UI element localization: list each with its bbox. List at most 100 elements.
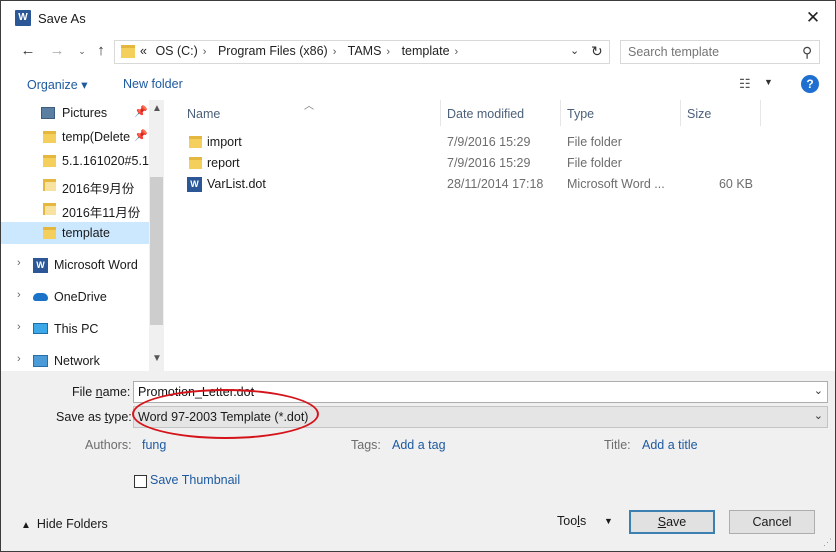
- nav-item-label: Pictures: [62, 106, 108, 120]
- recent-locations-chevron-icon[interactable]: ⌄: [73, 41, 91, 61]
- file-name: report: [207, 156, 240, 170]
- onedrive-icon: [33, 293, 48, 301]
- pin-icon[interactable]: 📌: [134, 105, 148, 118]
- file-date: 7/9/2016 15:29: [447, 135, 531, 149]
- forward-arrow-icon[interactable]: →: [48, 41, 66, 61]
- toolbar: Organize ▾ New folder ☷ ▼ ?: [1, 71, 835, 99]
- column-header-size[interactable]: Size: [681, 100, 761, 126]
- dialog-title: Save As: [38, 11, 86, 26]
- save-button[interactable]: Save: [629, 510, 715, 534]
- folder-icon: [43, 155, 56, 167]
- breadcrumb-tams[interactable]: TAMS: [348, 44, 382, 58]
- save-as-type-select[interactable]: Word 97-2003 Template (*.dot) ⌄: [133, 406, 828, 428]
- chevron-right-icon[interactable]: ›: [386, 46, 390, 58]
- save-thumbnail-checkbox[interactable]: [134, 475, 147, 488]
- nav-item-label: 2016年9月份: [62, 182, 135, 196]
- nav-item-pictures[interactable]: Pictures 📌: [1, 102, 149, 124]
- title-label: Title:: [604, 438, 631, 452]
- new-folder-button[interactable]: New folder: [123, 77, 183, 91]
- cancel-button[interactable]: Cancel: [729, 510, 815, 534]
- chevron-down-icon[interactable]: ▼: [604, 516, 613, 526]
- authors-value[interactable]: fung: [142, 438, 166, 452]
- chevron-right-icon[interactable]: ›: [333, 46, 337, 58]
- save-as-type-label: Save as type:: [56, 410, 132, 424]
- save-options-panel: File name: ⌄ Save as type: Word 97-2003 …: [1, 371, 835, 551]
- pictures-icon: [41, 107, 55, 119]
- title-value[interactable]: Add a title: [642, 438, 698, 452]
- word-doc-icon: W: [187, 177, 202, 192]
- column-header-date-modified[interactable]: Date modified: [441, 100, 561, 126]
- pin-icon[interactable]: 📌: [134, 129, 148, 142]
- scrollbar-thumb[interactable]: [150, 177, 163, 325]
- chevron-right-icon[interactable]: ›: [17, 289, 21, 301]
- folder-icon: [189, 157, 202, 169]
- column-header-type[interactable]: Type: [561, 100, 681, 126]
- breadcrumb-program-files[interactable]: Program Files (x86): [218, 44, 328, 58]
- nav-item-label: 5.1.161020#5.1: [62, 154, 149, 168]
- nav-item-2016-nov[interactable]: 2016年11月份: [1, 198, 149, 220]
- hide-folders-button[interactable]: ▲ Hide Folders: [21, 517, 108, 531]
- breadcrumb-os-c[interactable]: OS (C:): [155, 44, 197, 58]
- nav-item-onedrive[interactable]: › OneDrive: [1, 286, 149, 308]
- breadcrumb: « OS (C:) › Program Files (x86) › TAMS › te…: [140, 44, 466, 58]
- file-date: 28/11/2014 17:18: [447, 177, 544, 191]
- file-row-report[interactable]: report 7/9/2016 15:29 File folder: [171, 153, 771, 174]
- nav-item-label: 2016年11月份: [62, 206, 141, 220]
- file-name-label: File name:: [72, 385, 131, 399]
- nav-item-temp[interactable]: temp(Delete 📌: [1, 126, 149, 148]
- nav-item-2016-sep[interactable]: 2016年9月份: [1, 174, 149, 196]
- nav-item-network[interactable]: › Network: [1, 350, 149, 371]
- file-name: import: [207, 135, 242, 149]
- view-options-icon[interactable]: ☷: [739, 76, 751, 92]
- chevron-down-icon[interactable]: ⌄: [814, 384, 823, 397]
- search-icon[interactable]: ⚲: [802, 44, 812, 61]
- up-arrow-icon[interactable]: ↑: [92, 41, 110, 61]
- nav-item-label: Network: [54, 354, 100, 368]
- word-icon: W: [15, 10, 31, 26]
- resize-grip-icon[interactable]: ⋰: [823, 537, 832, 548]
- chevron-right-icon[interactable]: ›: [455, 46, 459, 58]
- search-input[interactable]: [628, 45, 788, 59]
- chevron-right-icon[interactable]: ›: [17, 257, 21, 269]
- tools-button[interactable]: Tools: [557, 514, 586, 528]
- close-button[interactable]: ✕: [791, 1, 835, 35]
- chevron-right-icon[interactable]: ›: [17, 353, 21, 365]
- folder-icon: [43, 179, 56, 191]
- nav-item-this-pc[interactable]: › This PC: [1, 318, 149, 340]
- organize-button[interactable]: Organize ▾: [27, 77, 87, 92]
- file-size: 60 KB: [718, 177, 753, 191]
- tags-label: Tags:: [351, 438, 381, 452]
- nav-item-5-1-161020[interactable]: 5.1.161020#5.1: [1, 150, 149, 172]
- chevron-down-icon[interactable]: ⌄: [570, 44, 579, 57]
- file-type: File folder: [567, 135, 622, 149]
- scroll-down-icon[interactable]: ▼: [152, 353, 162, 364]
- breadcrumb-template[interactable]: template: [402, 44, 450, 58]
- chevron-down-icon[interactable]: ▼: [764, 77, 773, 87]
- nav-item-microsoft-word[interactable]: › W Microsoft Word: [1, 254, 149, 276]
- file-name-field[interactable]: ⌄: [133, 381, 828, 403]
- help-icon[interactable]: ?: [801, 75, 819, 93]
- chevron-right-icon[interactable]: ›: [203, 46, 207, 58]
- file-row-varlist[interactable]: W VarList.dot 28/11/2014 17:18 Microsoft…: [171, 174, 771, 195]
- back-arrow-icon[interactable]: ←: [19, 41, 37, 61]
- nav-item-label: template: [62, 226, 110, 240]
- breadcrumb-overflow[interactable]: «: [140, 44, 147, 58]
- file-date: 7/9/2016 15:29: [447, 156, 531, 170]
- scroll-up-icon[interactable]: ▲: [152, 103, 162, 114]
- authors-label: Authors:: [85, 438, 132, 452]
- save-thumbnail-label[interactable]: Save Thumbnail: [150, 473, 240, 487]
- nav-item-label: OneDrive: [54, 290, 107, 304]
- nav-scrollbar[interactable]: ▲ ▼: [149, 100, 164, 371]
- tags-value[interactable]: Add a tag: [392, 438, 446, 452]
- refresh-icon[interactable]: ↻: [591, 43, 603, 60]
- nav-item-template[interactable]: template: [1, 222, 149, 244]
- file-name-input[interactable]: [138, 385, 798, 399]
- title-bar: W Save As ✕: [1, 1, 835, 35]
- chevron-down-icon[interactable]: ⌄: [814, 409, 823, 422]
- address-bar[interactable]: « OS (C:) › Program Files (x86) › TAMS › te…: [114, 40, 610, 64]
- column-header-name[interactable]: ︿ Name: [171, 100, 441, 126]
- chevron-right-icon[interactable]: ›: [17, 321, 21, 333]
- search-box[interactable]: ⚲: [620, 40, 820, 64]
- file-name: VarList.dot: [207, 177, 266, 191]
- file-row-import[interactable]: import 7/9/2016 15:29 File folder: [171, 132, 771, 153]
